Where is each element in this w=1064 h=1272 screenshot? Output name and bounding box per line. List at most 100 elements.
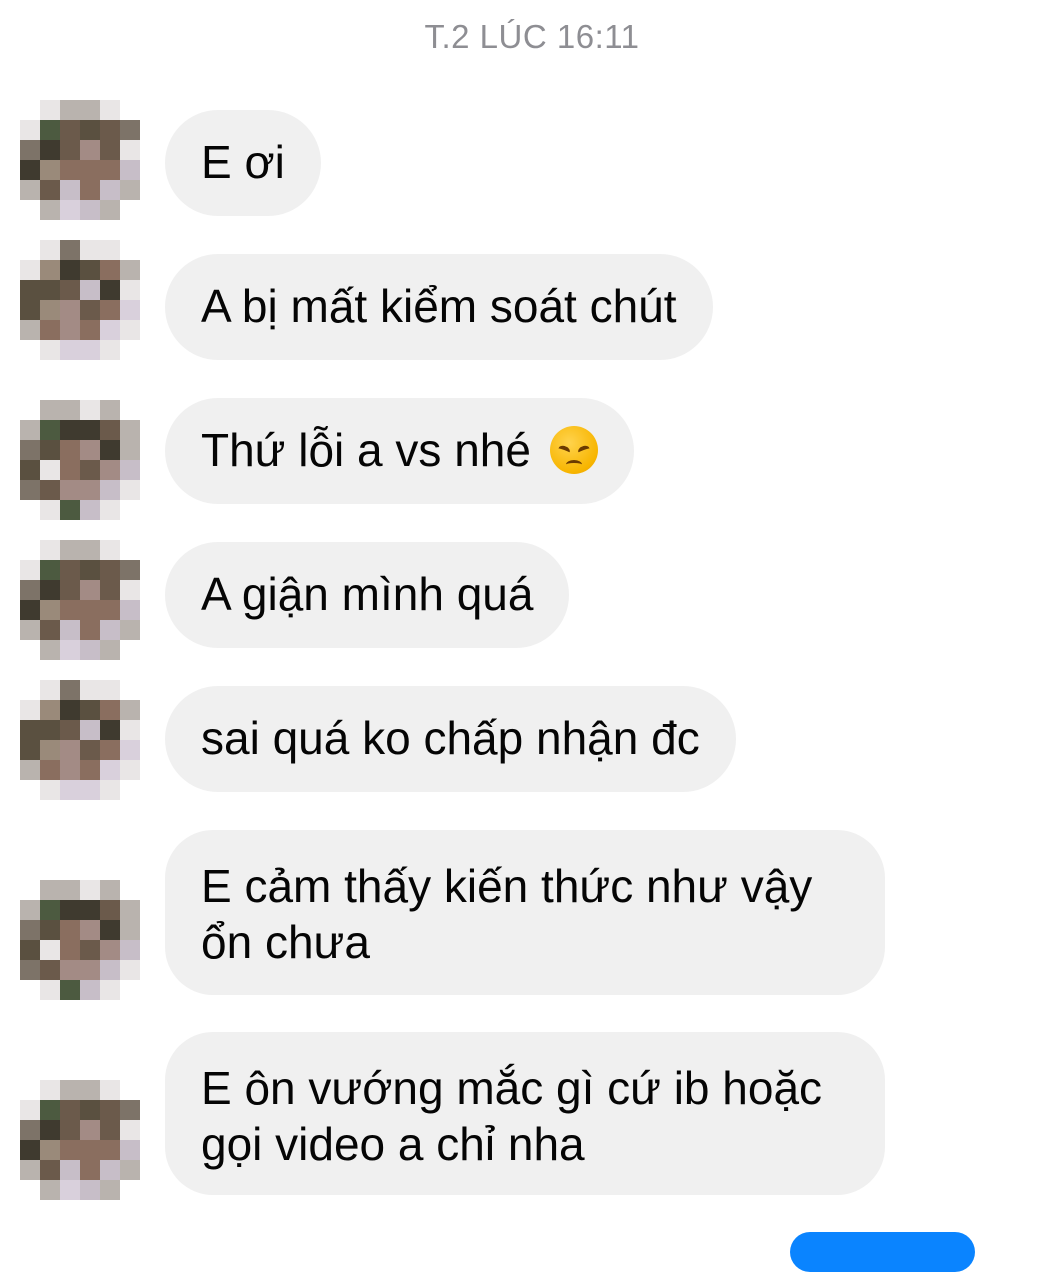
avatar-pixel (40, 900, 60, 920)
avatar-pixel (40, 700, 60, 720)
avatar-pixel (60, 600, 80, 620)
message-bubble[interactable]: E cảm thấy kiến thức như vậy ổn chưa (165, 830, 885, 995)
avatar-pixel (100, 760, 120, 780)
avatar-pixel (100, 240, 120, 260)
avatar-pixel (60, 320, 80, 340)
avatar-pixel (120, 560, 140, 580)
avatar-pixel (40, 1100, 60, 1120)
avatar-pixel (100, 500, 120, 520)
avatar-pixel (60, 640, 80, 660)
message-bubble[interactable]: A giận mình quá (165, 542, 570, 648)
avatar-pixel (20, 560, 40, 580)
avatar-pixel (20, 700, 40, 720)
avatar-pixel (40, 480, 60, 500)
avatar-pixel (60, 140, 80, 160)
sender-avatar[interactable] (20, 540, 140, 660)
avatar-pixel (80, 460, 100, 480)
avatar-pixel (20, 920, 40, 940)
message-bubble[interactable]: sai quá ko chấp nhận đc (165, 686, 736, 792)
outgoing-message-bubble[interactable] (790, 1232, 975, 1272)
avatar-pixel (120, 400, 140, 420)
avatar-pixel (100, 1140, 120, 1160)
avatar-pixel (100, 1080, 120, 1100)
avatar-pixel (80, 920, 100, 940)
avatar-pixel (120, 960, 140, 980)
sender-avatar[interactable] (20, 680, 140, 800)
avatar-pixel (20, 460, 40, 480)
avatar-pixel (20, 1100, 40, 1120)
avatar-pixel (80, 960, 100, 980)
avatar-pixel (120, 620, 140, 640)
avatar-pixel (20, 720, 40, 740)
avatar-pixel (60, 560, 80, 580)
avatar-pixel (20, 300, 40, 320)
message-text: A bị mất kiểm soát chút (201, 280, 677, 332)
message-bubble[interactable]: E ôn vướng mắc gì cứ ib hoặc gọi video a… (165, 1032, 885, 1195)
avatar-pixel (40, 640, 60, 660)
avatar-pixel (80, 880, 100, 900)
sender-avatar[interactable] (20, 400, 140, 520)
avatar-pixel (20, 420, 40, 440)
avatar-pixel (120, 680, 140, 700)
avatar-pixel (60, 240, 80, 260)
avatar-pixel (40, 140, 60, 160)
avatar-pixel (40, 240, 60, 260)
avatar-pixel (100, 200, 120, 220)
avatar-pixel (80, 740, 100, 760)
avatar-pixel (120, 100, 140, 120)
avatar-pixel (80, 940, 100, 960)
avatar-pixel (60, 1120, 80, 1140)
avatar-pixel (100, 320, 120, 340)
sender-avatar[interactable] (20, 1080, 140, 1200)
avatar-pixel (20, 960, 40, 980)
avatar-pixel (80, 1180, 100, 1200)
avatar-pixel (40, 780, 60, 800)
avatar-pixel (40, 540, 60, 560)
avatar-pixel (120, 480, 140, 500)
avatar-pixel (20, 100, 40, 120)
avatar-pixel (80, 500, 100, 520)
avatar-pixel (120, 640, 140, 660)
avatar-pixel (60, 940, 80, 960)
avatar-pixel (60, 1140, 80, 1160)
avatar-pixel (40, 320, 60, 340)
avatar-pixel (60, 780, 80, 800)
avatar-pixel (80, 780, 100, 800)
avatar-pixel (80, 580, 100, 600)
avatar-pixel (80, 120, 100, 140)
avatar-pixel (20, 940, 40, 960)
avatar-pixel (80, 900, 100, 920)
avatar-pixel (100, 120, 120, 140)
avatar-pixel (100, 700, 120, 720)
avatar-pixel (20, 200, 40, 220)
avatar-pixel (80, 1120, 100, 1140)
avatar-pixel (60, 280, 80, 300)
avatar-pixel (20, 480, 40, 500)
sender-avatar[interactable] (20, 240, 140, 360)
message-bubble[interactable]: A bị mất kiểm soát chút (165, 254, 713, 360)
avatar-pixel (100, 580, 120, 600)
avatar-pixel (60, 920, 80, 940)
sender-avatar[interactable] (20, 880, 140, 1000)
avatar-pixel (120, 160, 140, 180)
avatar-pixel (100, 600, 120, 620)
avatar-pixel (60, 900, 80, 920)
avatar-pixel (100, 540, 120, 560)
avatar-pixel (120, 280, 140, 300)
avatar-pixel (60, 480, 80, 500)
avatar-pixel (40, 300, 60, 320)
avatar-pixel (60, 980, 80, 1000)
message-bubble[interactable]: Thứ lỗi a vs nhé (165, 398, 634, 504)
avatar-pixel (20, 400, 40, 420)
avatar-pixel (60, 100, 80, 120)
sender-avatar[interactable] (20, 100, 140, 220)
avatar-pixel (40, 1160, 60, 1180)
avatar-pixel (20, 440, 40, 460)
avatar-pixel (60, 1180, 80, 1200)
avatar-pixel (40, 1080, 60, 1100)
avatar-pixel (80, 1160, 100, 1180)
message-text-line: gọi video a chỉ nha (201, 1118, 585, 1170)
avatar-pixel (100, 180, 120, 200)
message-bubble[interactable]: E ơi (165, 110, 321, 216)
avatar-pixel (40, 160, 60, 180)
